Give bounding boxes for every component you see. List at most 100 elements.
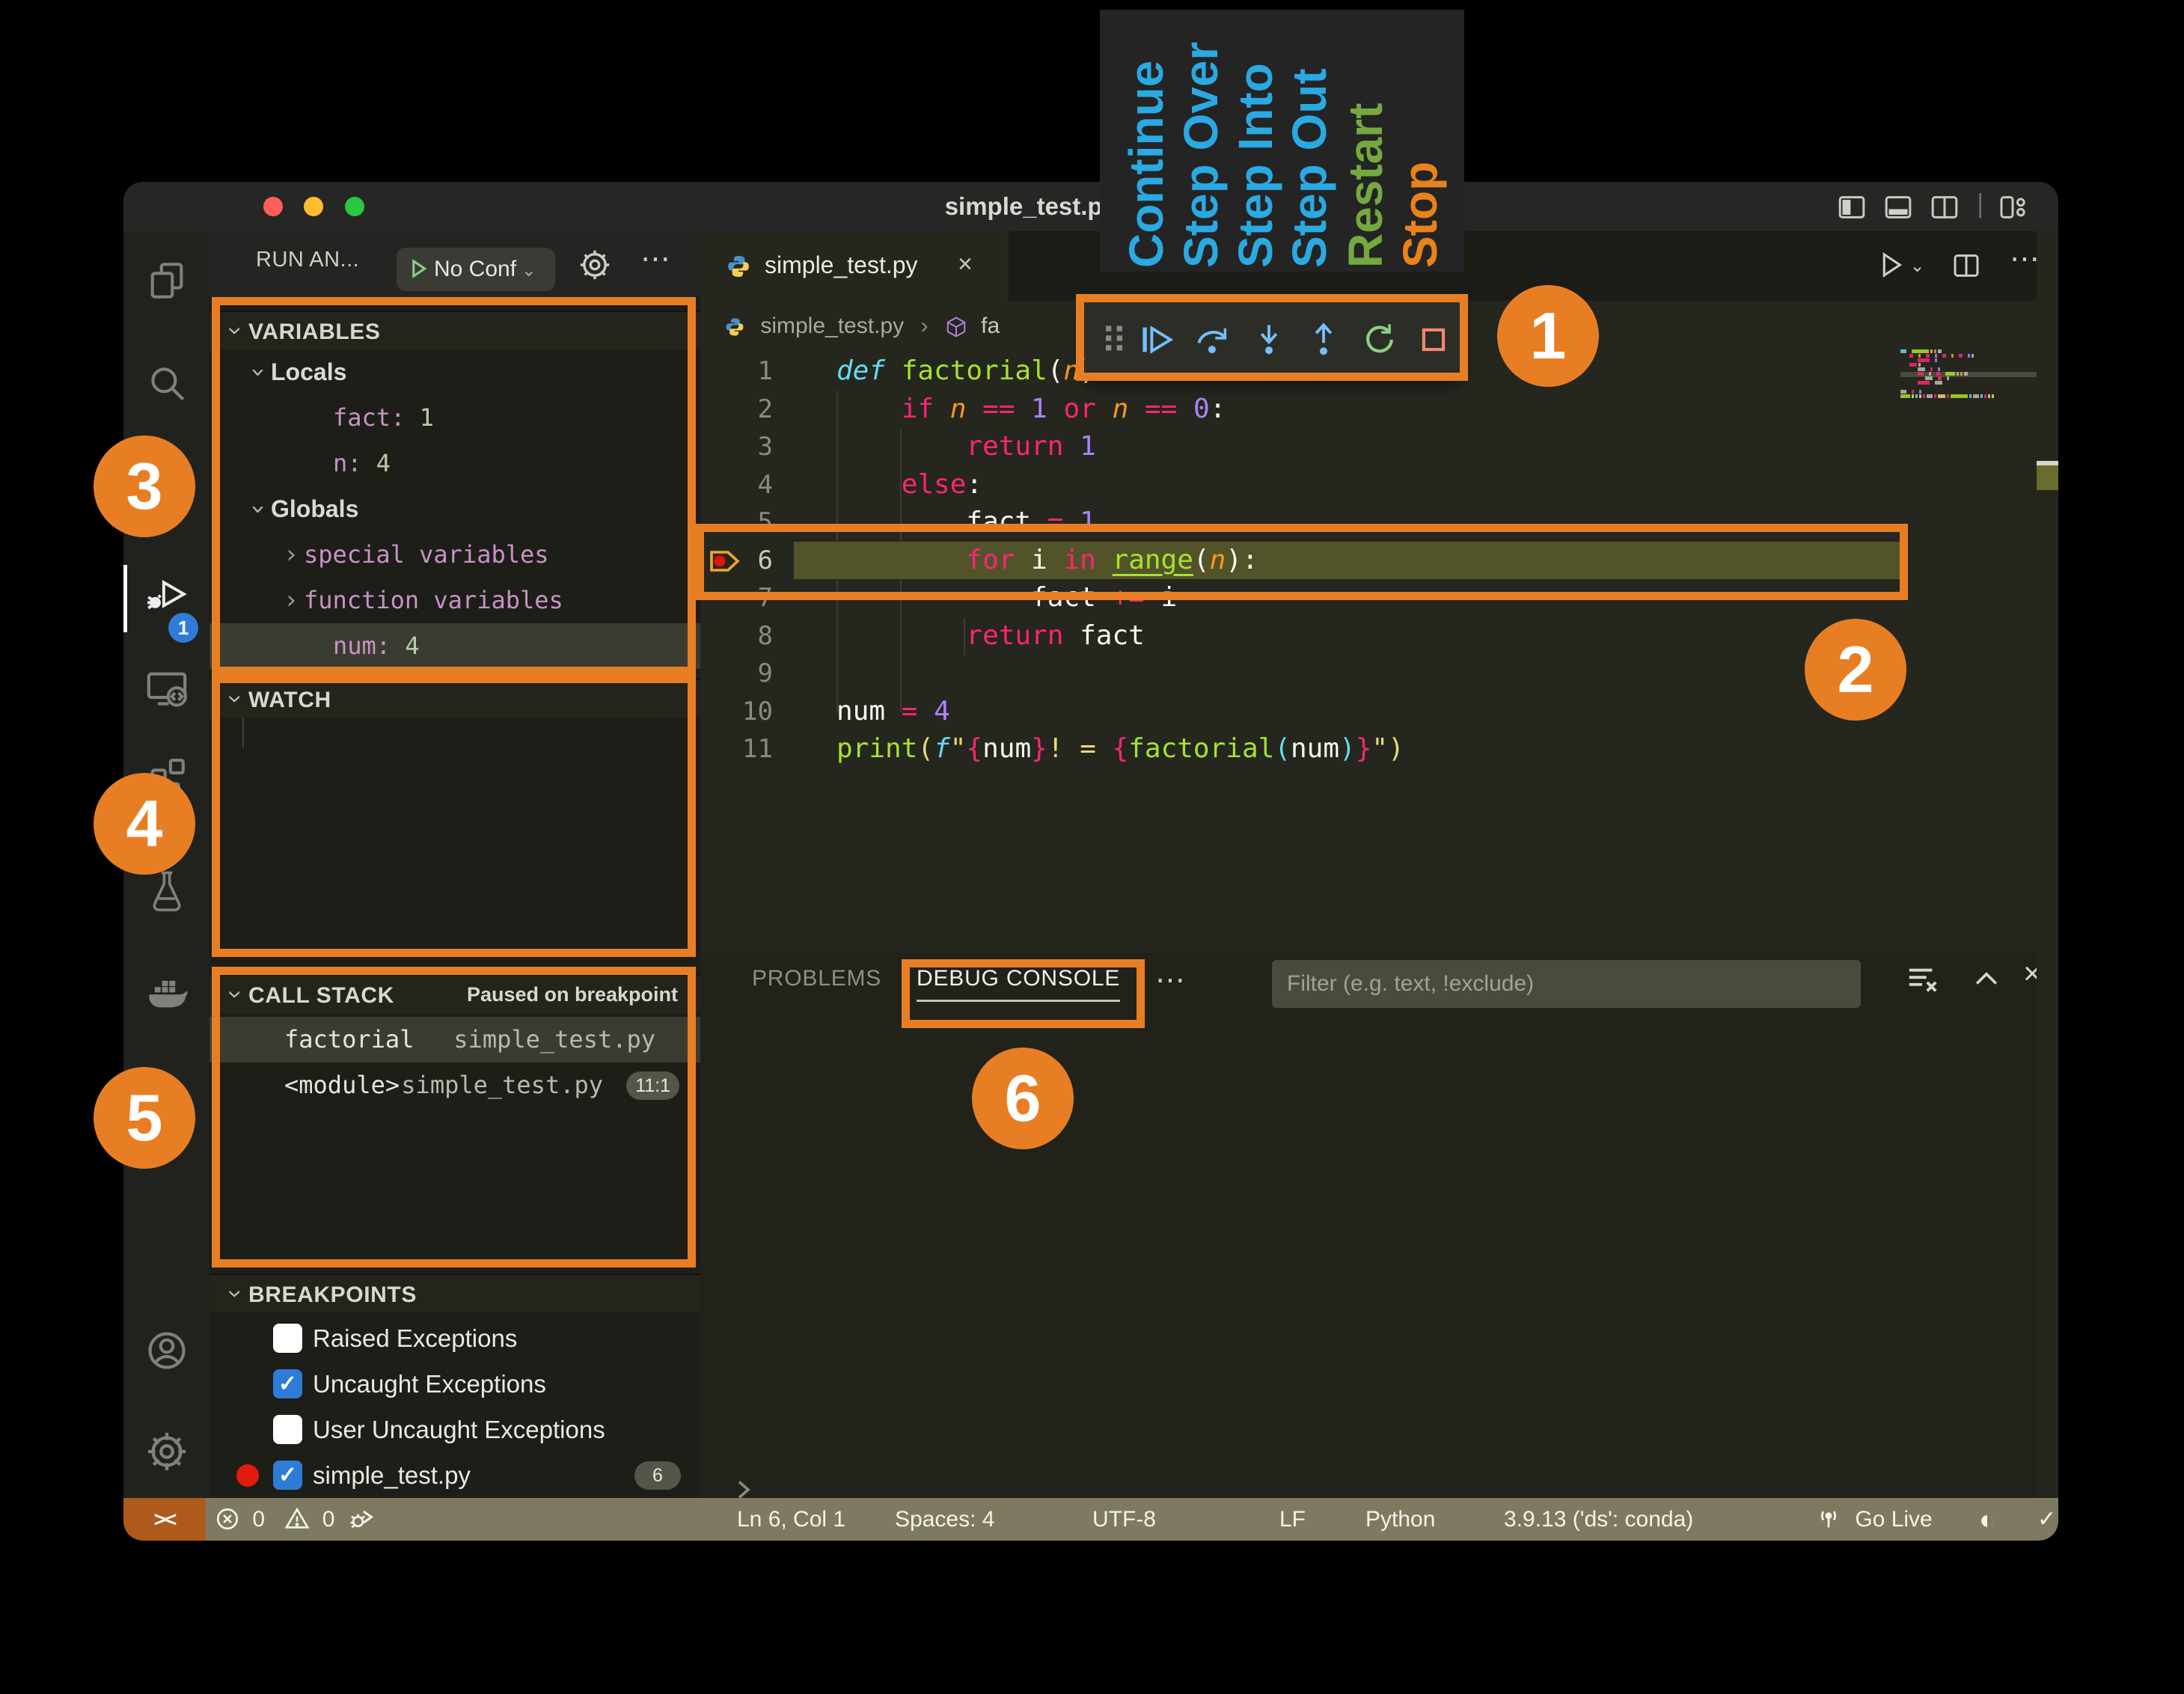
python-interpreter[interactable]: 3.9.13 ('ds': conda) (1504, 1498, 1693, 1541)
panel-tab-problems[interactable]: PROBLEMS (752, 966, 881, 991)
problems-status[interactable]: 0 0 (215, 1498, 334, 1541)
breakpoint-count-badge: 6 (634, 1461, 681, 1490)
split-editor-layout-icon[interactable] (1930, 192, 1960, 226)
split-editor-icon[interactable] (1951, 251, 1981, 284)
toggle-sidebar-icon[interactable] (1837, 192, 1867, 226)
annotation-box-debug-toolbar (1076, 294, 1468, 381)
search-icon[interactable] (145, 361, 189, 405)
account-icon[interactable] (145, 1329, 189, 1372)
code-line[interactable]: 4 else: (700, 466, 2058, 504)
ruler-highlight-marker (2037, 465, 2058, 490)
breakpoint-label: Raised Exceptions (313, 1315, 517, 1361)
breakpoint-row[interactable]: User Uncaught Exceptions (209, 1407, 700, 1452)
python-file-icon (724, 317, 745, 337)
titlebar-divider: | (1977, 188, 1983, 219)
maximize-panel-icon[interactable] (1970, 963, 2003, 1000)
breakpoint-checkbox[interactable] (273, 1324, 302, 1353)
breakpoint-label: simple_test.py (313, 1452, 471, 1498)
callout-circle-2: 2 (1805, 619, 1906, 721)
minimap-line (1900, 394, 2037, 399)
screenshot-canvas: simple_test.py — project | (0, 0, 2184, 1694)
breakpoint-row[interactable]: ✓ simple_test.py 6 (209, 1452, 700, 1498)
breakpoint-checkbox[interactable]: ✓ (273, 1461, 302, 1490)
debug-action-label: Stop (1393, 10, 1447, 268)
language-mode[interactable]: Python (1365, 1498, 1435, 1541)
line-number: 11 (700, 730, 773, 768)
callout-circle-6: 6 (972, 1048, 1074, 1149)
tab-label: simple_test.py (765, 251, 918, 279)
sidebar-more-actions-icon[interactable]: ⋯ (640, 242, 670, 276)
run-python-file-icon[interactable]: ⌄ (1875, 249, 1925, 284)
breakpoint-row[interactable]: Raised Exceptions (209, 1315, 700, 1361)
cursor-position[interactable]: Ln 6, Col 1 (737, 1498, 845, 1541)
breakpoint-dot-icon (236, 1464, 259, 1487)
python-file-icon (726, 254, 751, 279)
explorer-icon[interactable] (145, 259, 189, 302)
line-number: 3 (700, 428, 773, 466)
line-number: 4 (700, 466, 773, 504)
breadcrumb-file: simple_test.py (760, 314, 904, 338)
debug-action-label: Step Into (1229, 10, 1282, 268)
line-number: 2 (700, 391, 773, 429)
panel-more-actions-icon[interactable]: ⋯ (1155, 963, 1185, 997)
debug-config-dropdown[interactable]: No Conf ⌄ (397, 248, 555, 291)
clear-console-icon[interactable] (1905, 963, 1939, 1001)
annotation-box-current-line (696, 524, 1908, 600)
tab-simple-test[interactable]: simple_test.py × (700, 231, 1009, 301)
breakpoint-row[interactable]: ✓ Uncaught Exceptions (209, 1361, 700, 1407)
titlebar: simple_test.py — project | (123, 182, 2058, 231)
callout-circle-4: 4 (94, 773, 195, 875)
debug-action-label: Step Over (1174, 10, 1228, 268)
encoding-status[interactable]: UTF-8 (1092, 1498, 1156, 1541)
breakpoint-label: Uncaught Exceptions (313, 1361, 546, 1407)
settings-gear-icon[interactable] (145, 1430, 189, 1473)
line-number: 10 (700, 693, 773, 731)
toggle-panel-icon[interactable] (1883, 192, 1913, 226)
minimap[interactable] (1900, 349, 2037, 399)
indentation-status[interactable]: Spaces: 4 (895, 1498, 994, 1541)
remote-explorer-icon[interactable] (145, 667, 189, 710)
console-filter-input[interactable] (1272, 960, 1861, 1008)
code-line[interactable]: 3 return 1 (700, 428, 2058, 466)
breadcrumb-symbol: fa (981, 314, 1000, 338)
customize-layout-icon[interactable] (1998, 192, 2028, 226)
run-and-debug-header: RUN AN... No Conf ⌄ ⋯ (209, 231, 700, 297)
callout-circle-3: 3 (94, 435, 195, 537)
run-and-debug-title: RUN AN... (256, 248, 359, 272)
breakpoints-header[interactable]: ›BREAKPOINTS (209, 1273, 700, 1312)
line-number: 8 (700, 617, 773, 655)
debug-action-label: Continue (1119, 10, 1173, 268)
remote-indicator[interactable]: >< (123, 1498, 206, 1541)
breakpoints-section: ›BREAKPOINTS Raised Exceptions ✓ Uncaught … (209, 1273, 700, 1498)
code-line[interactable]: 2 if n == 1 or n == 0: (700, 391, 2058, 429)
contrast-icon[interactable]: ◐ (1979, 1498, 1995, 1541)
code-line[interactable]: 11print(f"{num}! = {factorial(num)}") (700, 730, 2058, 768)
bottom-panel: PROBLEMSDEBUG CONSOLE ⋯ × (700, 953, 2058, 1498)
editor-group: simple_test.py × ⌄ ⋯ simple_test.py › fa (700, 231, 2058, 1498)
spell-checker-status[interactable]: ✓ Spell (2037, 1498, 2058, 1541)
breakpoint-checkbox[interactable] (273, 1415, 302, 1444)
debug-action-label: Step Out (1282, 10, 1336, 268)
eol-status[interactable]: LF (1279, 1498, 1306, 1541)
breakpoint-checkbox[interactable]: ✓ (273, 1369, 302, 1398)
annotation-box-watch (212, 675, 696, 957)
test-flask-icon[interactable] (145, 869, 189, 912)
editor-more-actions-icon[interactable]: ⋯ (2010, 242, 2040, 276)
breakpoint-label: User Uncaught Exceptions (313, 1407, 605, 1452)
debug-settings-gear-icon[interactable] (578, 248, 612, 286)
annotation-box-variables (212, 297, 696, 675)
debug-status-icon[interactable] (348, 1498, 375, 1541)
overview-ruler[interactable] (2037, 231, 2058, 1498)
warning-icon (284, 1506, 310, 1532)
window-title: simple_test.py — project (123, 182, 2058, 231)
tab-close-icon[interactable]: × (958, 250, 973, 279)
run-and-debug-icon[interactable] (145, 573, 189, 617)
annotation-box-debug-console (902, 959, 1145, 1028)
annotation-box-call-stack (212, 967, 696, 1268)
docker-icon[interactable] (145, 973, 189, 1017)
debug-action-label: Restart (1339, 10, 1392, 268)
line-number: 9 (700, 655, 773, 693)
go-live-button[interactable]: Go Live (1816, 1498, 1933, 1541)
symbol-cube-icon (945, 316, 967, 338)
callout-circle-1: 1 (1497, 285, 1599, 387)
